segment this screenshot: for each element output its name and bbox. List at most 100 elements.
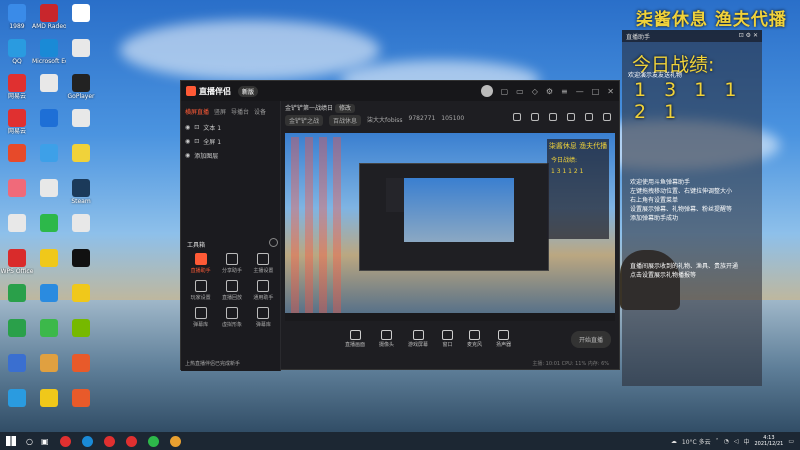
version-badge[interactable]: 新版 xyxy=(238,85,259,97)
weather-icon[interactable]: ☁ xyxy=(671,438,677,445)
taskbar-app-icon[interactable] xyxy=(81,435,93,447)
status-tag[interactable]: 百战休息 xyxy=(329,115,362,126)
message-icon[interactable]: ▢ xyxy=(501,87,509,96)
tab-director[interactable]: 导播台 xyxy=(231,107,249,116)
lock-icon[interactable]: ⊡ xyxy=(194,138,199,145)
desktop-icon[interactable] xyxy=(64,4,98,23)
desktop-icon[interactable] xyxy=(0,319,34,338)
desktop-icon[interactable]: Microsoft Edge xyxy=(32,39,66,65)
eye-icon[interactable]: ◉ xyxy=(185,138,190,145)
taskbar-app-icon[interactable] xyxy=(125,435,137,447)
tool-item[interactable]: 虚拟形象 xyxy=(216,307,247,328)
desktop-icon[interactable] xyxy=(32,249,66,268)
desktop-icon[interactable]: 网易云 xyxy=(0,74,34,100)
desktop-icon[interactable] xyxy=(0,354,34,373)
desktop-icon[interactable] xyxy=(32,214,66,233)
close-icon[interactable]: ✕ xyxy=(753,32,758,39)
source-button[interactable]: 窗口 xyxy=(442,330,454,348)
desktop-icon[interactable] xyxy=(64,249,98,268)
desktop-icon[interactable]: 网易云 xyxy=(0,109,34,135)
tool-item[interactable]: 直播回放 xyxy=(216,280,247,301)
tab-portrait[interactable]: 竖屏 xyxy=(214,107,226,116)
taskbar-app-icon[interactable] xyxy=(103,435,115,447)
share-icon[interactable] xyxy=(603,113,611,121)
lock-icon[interactable]: ⊡ xyxy=(194,124,199,131)
tool-item[interactable]: 直播助手 xyxy=(185,253,216,274)
tab-landscape[interactable]: 横屏直播 xyxy=(185,107,209,116)
source-button[interactable]: 扬声器 xyxy=(496,330,511,348)
avatar[interactable] xyxy=(480,85,493,97)
desktop-icon[interactable] xyxy=(64,284,98,303)
tool-item[interactable]: 分享助手 xyxy=(216,253,247,274)
taskbar-app-icon[interactable] xyxy=(147,435,159,447)
desktop-icon[interactable] xyxy=(32,284,66,303)
notification-icon[interactable]: ▭ xyxy=(788,438,794,445)
scene-item[interactable]: ◉ ⊡ 全屏 1 xyxy=(181,134,280,148)
desktop-icon[interactable] xyxy=(64,389,98,408)
taskbar-app-icon[interactable] xyxy=(59,435,71,447)
windows-start-icon[interactable] xyxy=(6,436,16,446)
volume-icon[interactable]: ◁ xyxy=(734,438,739,445)
scene-item[interactable]: ◉ ⊡ 文本 1 xyxy=(181,120,280,134)
desktop-icon[interactable] xyxy=(64,109,98,128)
source-button[interactable]: 游戏屏幕 xyxy=(408,330,428,348)
menu-icon[interactable]: ≡ xyxy=(561,87,568,96)
start-live-button[interactable]: 开始直播 xyxy=(570,331,611,348)
category-tag[interactable]: 金铲铲之战 xyxy=(285,115,324,126)
settings-icon[interactable]: ⚙ xyxy=(746,32,751,39)
desktop-icon[interactable] xyxy=(64,319,98,338)
scene-item[interactable]: ◉ 添加图层 xyxy=(181,148,280,162)
source-button[interactable]: 直播画面 xyxy=(345,330,365,348)
lock-icon[interactable]: ⊡ xyxy=(739,32,744,39)
toolbox-settings-icon[interactable] xyxy=(269,238,278,247)
desktop-icon[interactable] xyxy=(0,214,34,233)
gift-icon[interactable] xyxy=(513,113,521,121)
desktop-icon[interactable] xyxy=(32,74,66,93)
minimize-icon[interactable]: — xyxy=(576,87,584,96)
network-icon[interactable]: ◔ xyxy=(724,438,729,445)
desktop-icon[interactable] xyxy=(32,179,66,198)
desktop-icon[interactable] xyxy=(32,389,66,408)
desktop-icon[interactable]: QQ xyxy=(0,39,34,65)
desktop-icon[interactable] xyxy=(32,319,66,338)
eye-icon[interactable]: ◉ xyxy=(185,124,190,131)
shirt-icon[interactable]: ◇ xyxy=(532,87,538,96)
desktop-icon[interactable] xyxy=(64,39,98,58)
tool-item[interactable]: 主播设置 xyxy=(248,253,279,274)
desktop-icon[interactable] xyxy=(0,389,34,408)
desktop-icon[interactable]: GoPlayer xyxy=(64,74,98,100)
source-button[interactable]: 摄像头 xyxy=(379,330,394,348)
search-icon[interactable]: ○ xyxy=(26,437,33,446)
tool-item[interactable]: 弹幕库 xyxy=(185,307,216,328)
desktop-icon[interactable] xyxy=(0,284,34,303)
lock-icon[interactable] xyxy=(531,113,539,121)
bell-icon[interactable] xyxy=(585,113,593,121)
desktop-icon[interactable] xyxy=(32,109,66,128)
desktop-icon[interactable] xyxy=(64,144,98,163)
taskbar-app-icon[interactable] xyxy=(169,435,181,447)
settings-icon[interactable]: ⚙ xyxy=(546,87,553,96)
desktop-icon[interactable] xyxy=(0,144,34,163)
maximize-icon[interactable]: □ xyxy=(592,87,600,96)
desktop-icon[interactable] xyxy=(32,144,66,163)
desktop-icon[interactable] xyxy=(32,354,66,373)
tray-up-icon[interactable]: ˄ xyxy=(716,438,719,445)
clock[interactable]: 4:13 2021/12/21 xyxy=(755,435,784,447)
box-icon[interactable] xyxy=(549,113,557,121)
desktop-icon[interactable]: 1989 xyxy=(0,4,34,30)
desktop-icon[interactable] xyxy=(64,214,98,233)
desktop-icon[interactable] xyxy=(64,354,98,373)
screen-icon[interactable]: ▭ xyxy=(516,87,524,96)
desktop-icon[interactable]: WPS Office xyxy=(0,249,34,275)
desktop-icon[interactable] xyxy=(0,179,34,198)
task-view-icon[interactable]: ▣ xyxy=(41,437,49,446)
tool-item[interactable]: 通用助手 xyxy=(248,280,279,301)
close-icon[interactable]: ✕ xyxy=(607,87,614,96)
eye-icon[interactable]: ◉ xyxy=(185,152,190,159)
tab-device[interactable]: 设备 xyxy=(254,107,266,116)
tool-item[interactable]: 玩家设置 xyxy=(185,280,216,301)
source-button[interactable]: 麦克风 xyxy=(467,330,482,348)
ime-icon[interactable]: 中 xyxy=(743,437,749,446)
tool-item[interactable]: 弹幕库 xyxy=(248,307,279,328)
edit-title-button[interactable]: 修改 xyxy=(334,104,355,113)
